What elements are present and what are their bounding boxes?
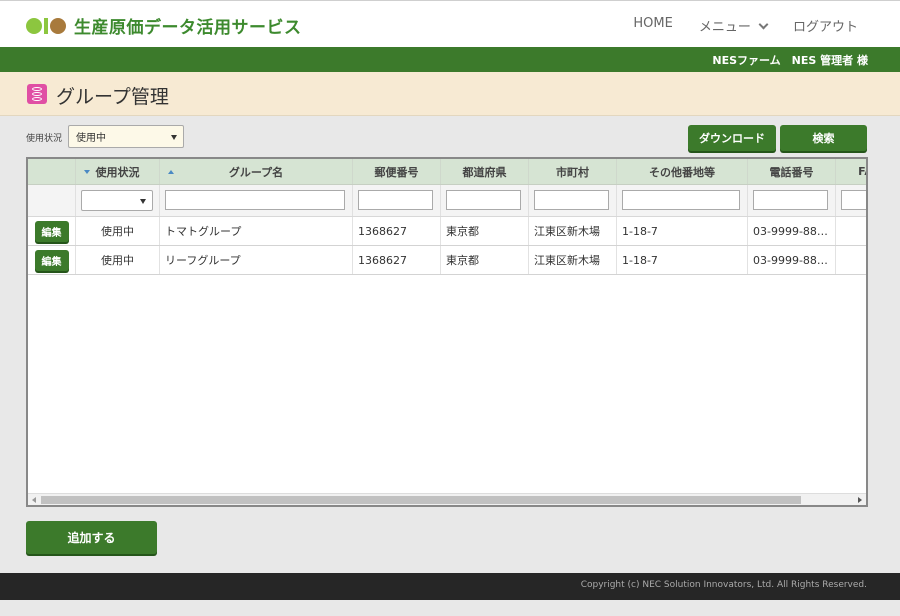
fax-filter-input[interactable]	[841, 190, 866, 210]
table-row[interactable]: 編集 使用中 リーフグループ 1368627 東京都 江東区新木場 1-18-7…	[28, 246, 866, 275]
cell-tel: 03-9999-88…	[748, 217, 836, 245]
logo-mark-brown-icon	[50, 17, 66, 34]
filter-cell-addr	[617, 185, 748, 216]
cell-fax	[836, 217, 866, 245]
main-nav: HOME メニュー ログアウト	[607, 16, 858, 35]
cell-group: リーフグループ	[160, 246, 353, 274]
header-pref[interactable]: 都道府県	[441, 159, 529, 184]
app-title: 生産原価データ活用サービス	[74, 18, 302, 38]
filter-cell-tel	[748, 185, 836, 216]
group-table: 使用状況 グループ名 郵便番号 都道府県 市町村 その他番地等 電話番号 FA …	[26, 157, 868, 507]
cell-pref: 東京都	[441, 246, 529, 274]
header-tel[interactable]: 電話番号	[748, 159, 836, 184]
cell-pref: 東京都	[441, 217, 529, 245]
filter-cell-zip	[353, 185, 441, 216]
header-label: グループ名	[228, 165, 284, 179]
pref-filter-input[interactable]	[446, 190, 521, 210]
cell-group: トマトグループ	[160, 217, 353, 245]
dropdown-arrow-icon	[140, 198, 146, 204]
chevron-down-icon	[758, 19, 769, 30]
nav-menu-label: メニュー	[698, 20, 751, 35]
download-button[interactable]: ダウンロード	[688, 125, 776, 151]
page-header: グループ管理	[0, 72, 900, 116]
header-group[interactable]: グループ名	[160, 159, 353, 184]
scroll-right-icon[interactable]	[858, 497, 862, 503]
logo-mark-icon	[26, 17, 42, 34]
header-label: 郵便番号	[374, 165, 419, 179]
header-label: 電話番号	[769, 165, 814, 179]
database-icon	[27, 84, 47, 104]
status-column-filter[interactable]	[81, 190, 153, 211]
sort-asc-icon	[168, 169, 174, 174]
status-filter-value: 使用中	[76, 133, 106, 144]
header-city[interactable]: 市町村	[529, 159, 617, 184]
status-filter-label: 使用状況	[26, 134, 63, 144]
logo-bar-icon	[44, 17, 48, 34]
header-status[interactable]: 使用状況	[76, 159, 160, 184]
filter-row	[28, 185, 866, 217]
cell-zip: 1368627	[353, 246, 441, 274]
filter-cell-fax	[836, 185, 866, 216]
table-row[interactable]: 編集 使用中 トマトグループ 1368627 東京都 江東区新木場 1-18-7…	[28, 217, 866, 246]
cell-fax	[836, 246, 866, 274]
add-button[interactable]: 追加する	[26, 521, 157, 554]
cell-city: 江東区新木場	[529, 246, 617, 274]
cell-addr: 1-18-7	[617, 217, 748, 245]
header-label: 使用状況	[95, 165, 140, 179]
nav-menu[interactable]: メニュー	[698, 16, 769, 35]
scrollbar-thumb[interactable]	[41, 496, 801, 504]
nav-logout[interactable]: ログアウト	[793, 16, 858, 35]
group-filter-input[interactable]	[165, 190, 345, 210]
filter-cell-status	[76, 185, 160, 216]
filter-cell-city	[529, 185, 617, 216]
user-name: NESファーム NES 管理者 様	[712, 54, 868, 67]
search-button[interactable]: 検索	[780, 125, 867, 151]
cell-status: 使用中	[76, 246, 160, 274]
edit-button[interactable]: 編集	[34, 249, 69, 271]
page-title: グループ管理	[56, 86, 169, 108]
edit-cell: 編集	[28, 246, 76, 274]
cell-zip: 1368627	[353, 217, 441, 245]
status-filter-select[interactable]: 使用中	[68, 125, 184, 148]
filter-cell-group	[160, 185, 353, 216]
scroll-left-icon[interactable]	[32, 497, 36, 503]
header-label: 都道府県	[462, 165, 507, 179]
dropdown-arrow-icon	[171, 134, 177, 140]
tel-filter-input[interactable]	[753, 190, 828, 210]
addr-filter-input[interactable]	[622, 190, 740, 210]
header-label: その他番地等	[649, 165, 715, 179]
top-header: 生産原価データ活用サービス HOME メニュー ログアウト	[0, 0, 900, 47]
header-zip[interactable]: 郵便番号	[353, 159, 441, 184]
header-edit	[28, 159, 76, 184]
table-header: 使用状況 グループ名 郵便番号 都道府県 市町村 その他番地等 電話番号 FA	[28, 159, 866, 185]
edit-cell: 編集	[28, 217, 76, 245]
app-logo[interactable]: 生産原価データ活用サービス	[26, 13, 302, 38]
filter-cell-empty	[28, 185, 76, 216]
nav-home[interactable]: HOME	[633, 16, 672, 35]
header-label: 市町村	[556, 165, 589, 179]
user-bar: NESファーム NES 管理者 様	[0, 47, 900, 72]
edit-button[interactable]: 編集	[34, 220, 69, 242]
copyright-text: Copyright (c) NEC Solution Innovators, L…	[580, 580, 867, 590]
header-addr[interactable]: その他番地等	[617, 159, 748, 184]
zip-filter-input[interactable]	[358, 190, 433, 210]
footer: Copyright (c) NEC Solution Innovators, L…	[0, 573, 900, 600]
sort-desc-icon	[84, 169, 90, 174]
header-fax[interactable]: FA	[836, 159, 866, 184]
cell-status: 使用中	[76, 217, 160, 245]
header-label: FA	[858, 165, 866, 178]
city-filter-input[interactable]	[534, 190, 609, 210]
cell-addr: 1-18-7	[617, 246, 748, 274]
cell-tel: 03-9999-88…	[748, 246, 836, 274]
horizontal-scrollbar[interactable]	[28, 493, 866, 505]
cell-city: 江東区新木場	[529, 217, 617, 245]
filter-cell-pref	[441, 185, 529, 216]
